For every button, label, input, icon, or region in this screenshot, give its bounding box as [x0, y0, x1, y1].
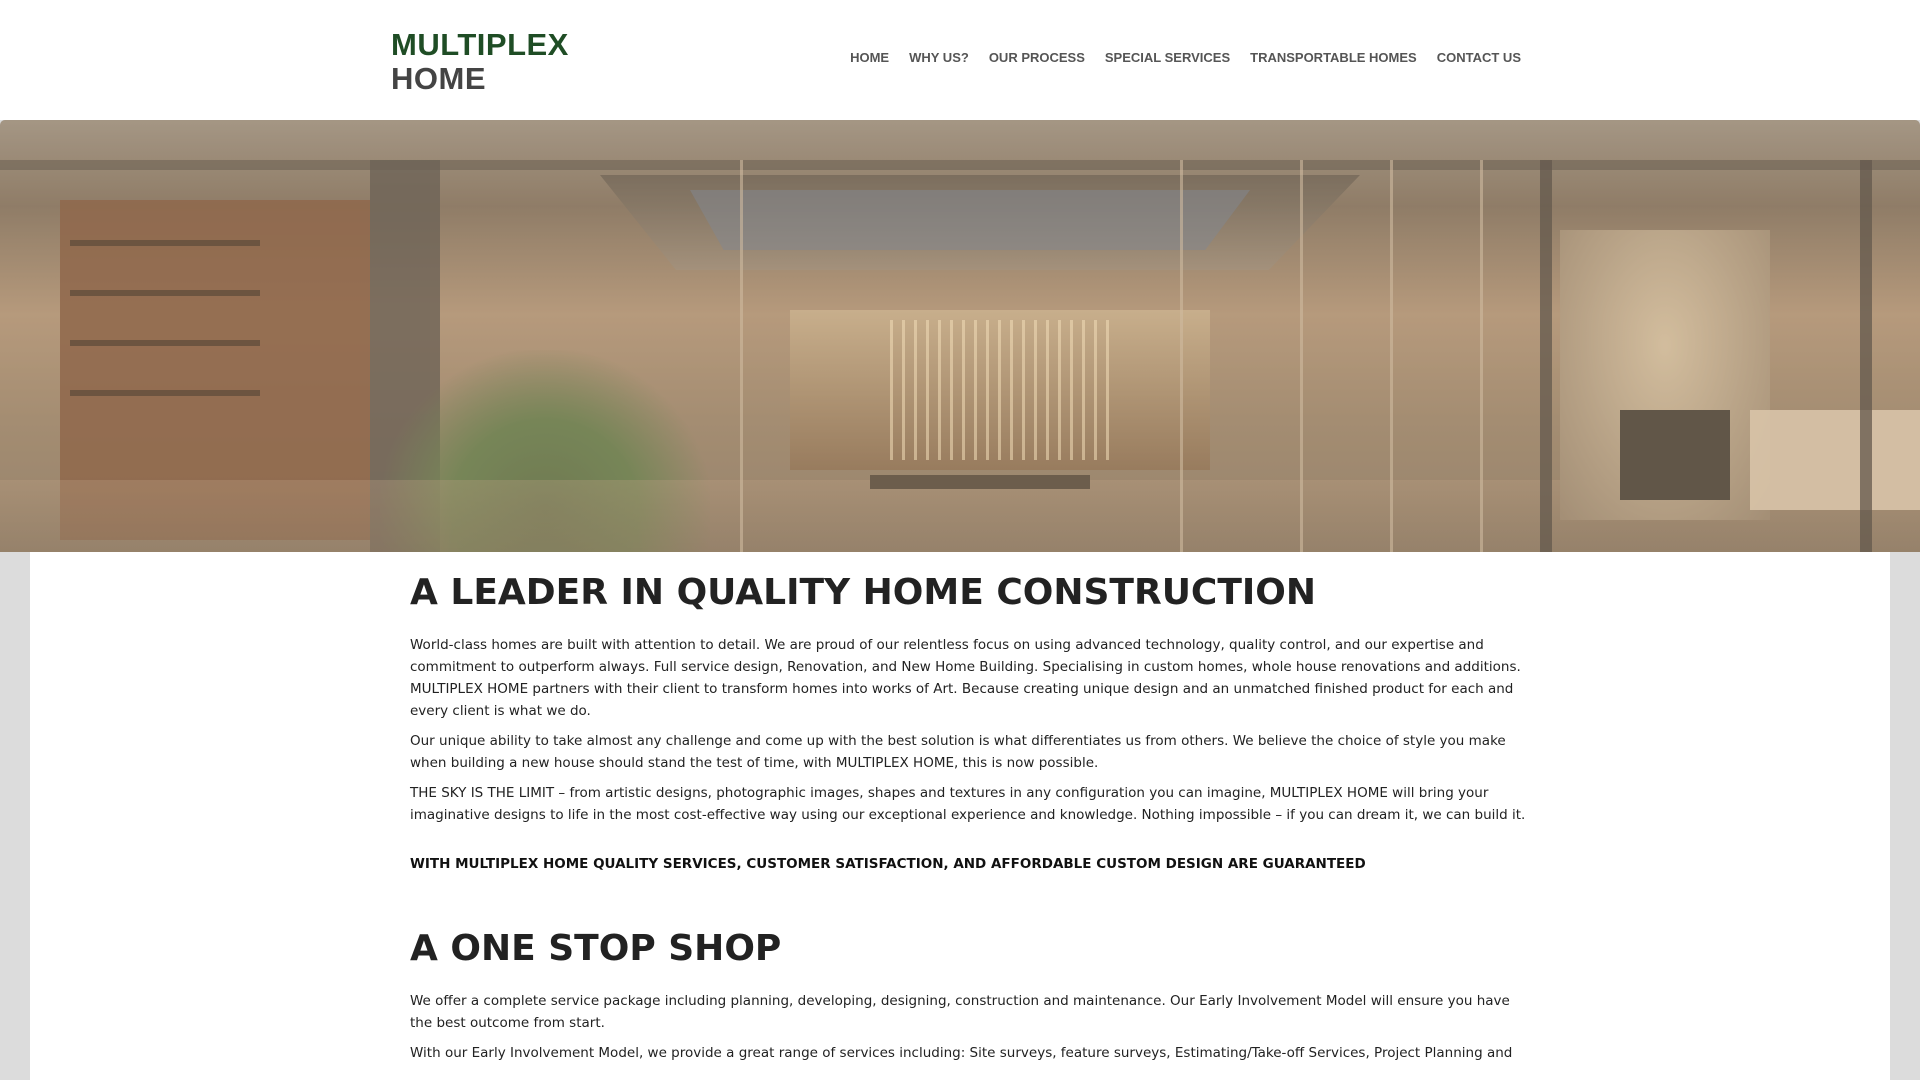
intro-paragraph: World-class homes are built with attenti… — [410, 637, 1521, 719]
main-content: A LEADER IN QUALITY HOME CONSTRUCTION Wo… — [30, 552, 1890, 1080]
nav-special-services[interactable]: SPECIAL SERVICES — [1105, 50, 1230, 65]
unique-ability-paragraph: Our unique ability to take almost any ch… — [410, 733, 1506, 771]
main-nav: HOME WHY US? OUR PROCESS SPECIAL SERVICE… — [850, 50, 1521, 65]
site-header: MULTIPLEX HOME HOME WHY US? OUR PROCESS … — [0, 0, 1920, 120]
heading-quality-construction: A LEADER IN QUALITY HOME CONSTRUCTION — [410, 572, 1317, 613]
nav-transportable-homes[interactable]: TRANSPORTABLE HOMES — [1250, 50, 1417, 65]
service-package-paragraph: We offer a complete service package incl… — [410, 993, 1510, 1031]
content-inner: A LEADER IN QUALITY HOME CONSTRUCTION Wo… — [410, 566, 1530, 1064]
site-logo[interactable]: MULTIPLEX HOME — [391, 28, 569, 96]
nav-home[interactable]: HOME — [850, 50, 889, 65]
hero-image — [0, 120, 1920, 552]
nav-why-us[interactable]: WHY US? — [909, 50, 969, 65]
logo-line-home: HOME — [391, 61, 486, 96]
nav-our-process[interactable]: OUR PROCESS — [989, 50, 1085, 65]
early-involvement-paragraph: With our Early Involvement Model, we pro… — [410, 1045, 1513, 1061]
nav-contact-us[interactable]: CONTACT US — [1437, 50, 1521, 65]
sky-limit-paragraph: THE SKY IS THE LIMIT – from artistic des… — [410, 785, 1526, 823]
guarantee-statement: WITH MULTIPLEX HOME QUALITY SERVICES, CU… — [410, 856, 1366, 872]
logo-line-multiplex: MULTIPLEX — [391, 27, 569, 62]
heading-one-stop-shop: A ONE STOP SHOP — [410, 928, 782, 969]
